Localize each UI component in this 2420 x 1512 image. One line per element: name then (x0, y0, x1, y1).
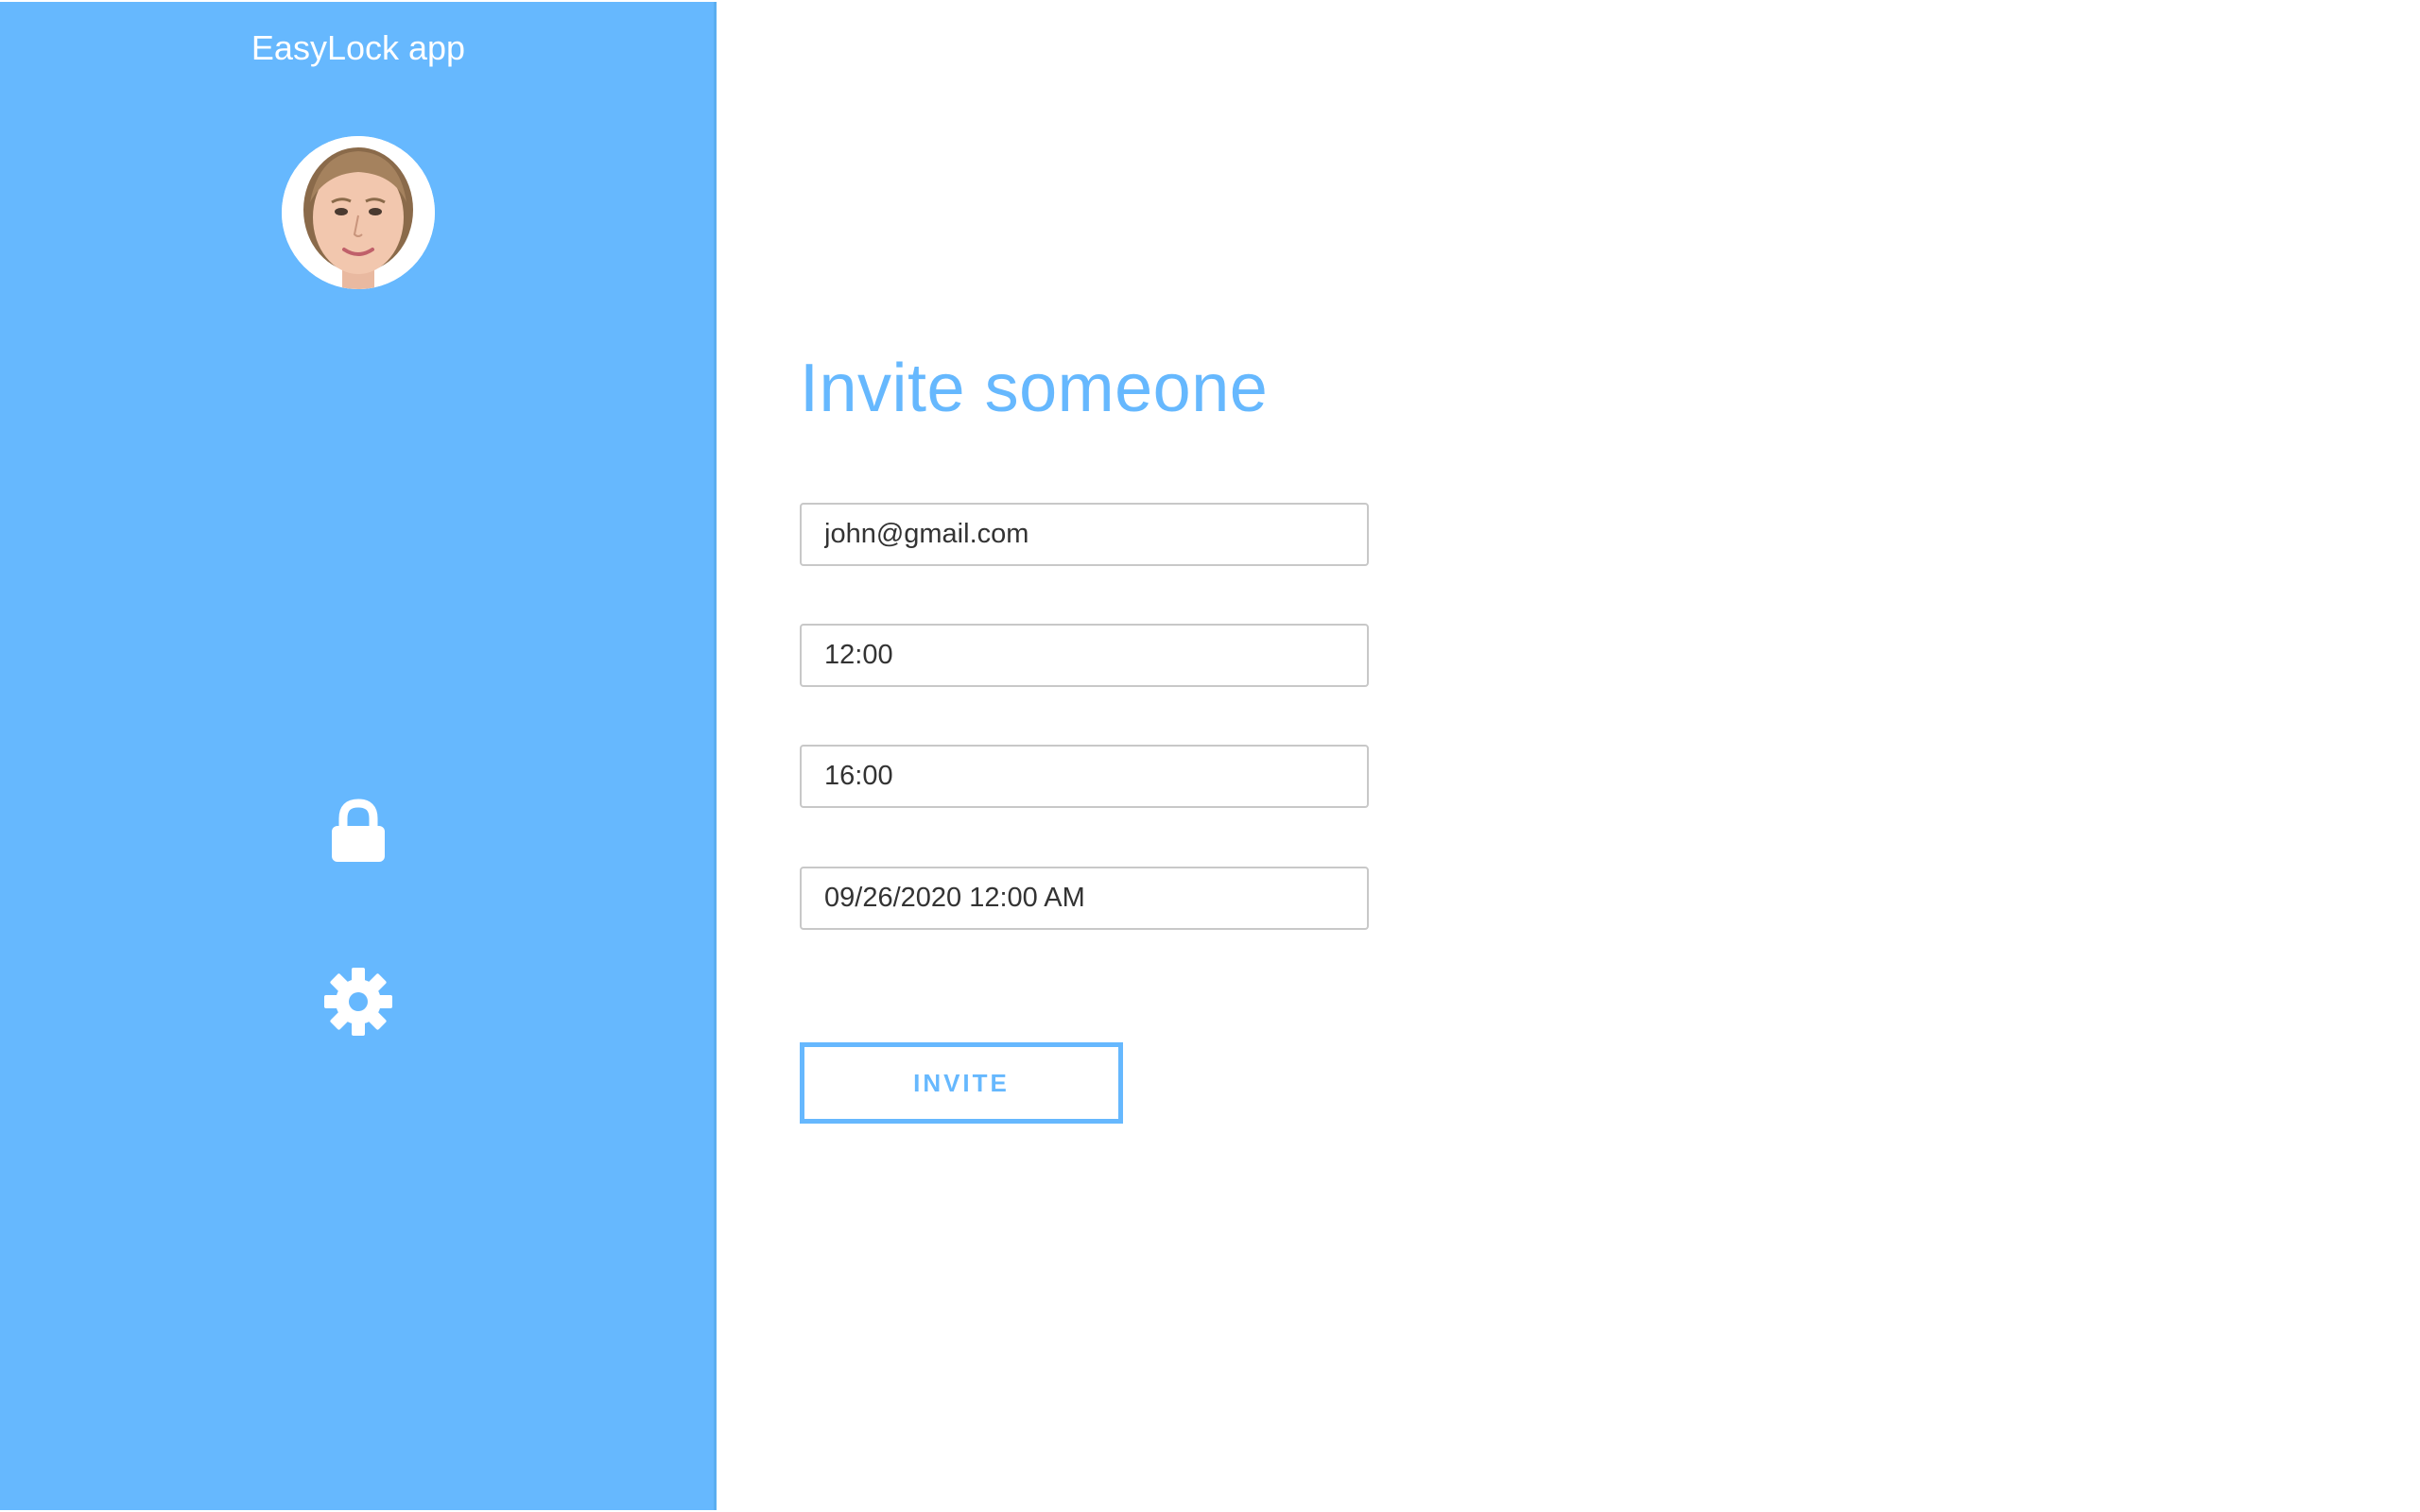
sidebar: EasyLock app (0, 2, 717, 1510)
invite-button[interactable]: INVITE (800, 1042, 1123, 1124)
date-field[interactable] (800, 867, 1369, 930)
end-time-field[interactable] (800, 745, 1369, 808)
email-field[interactable] (800, 503, 1369, 566)
app-root: EasyLock app Invite someone john@gmail.c… (0, 0, 2420, 1512)
page-title: Invite someone (800, 351, 1269, 426)
main-content: Invite someone INVITE (717, 0, 2420, 1512)
app-title: EasyLock app (251, 28, 466, 67)
avatar-image (282, 136, 435, 289)
gear-icon[interactable] (320, 964, 396, 1040)
lock-icon[interactable] (320, 794, 396, 869)
avatar[interactable] (282, 136, 435, 289)
start-time-field[interactable] (800, 624, 1369, 687)
